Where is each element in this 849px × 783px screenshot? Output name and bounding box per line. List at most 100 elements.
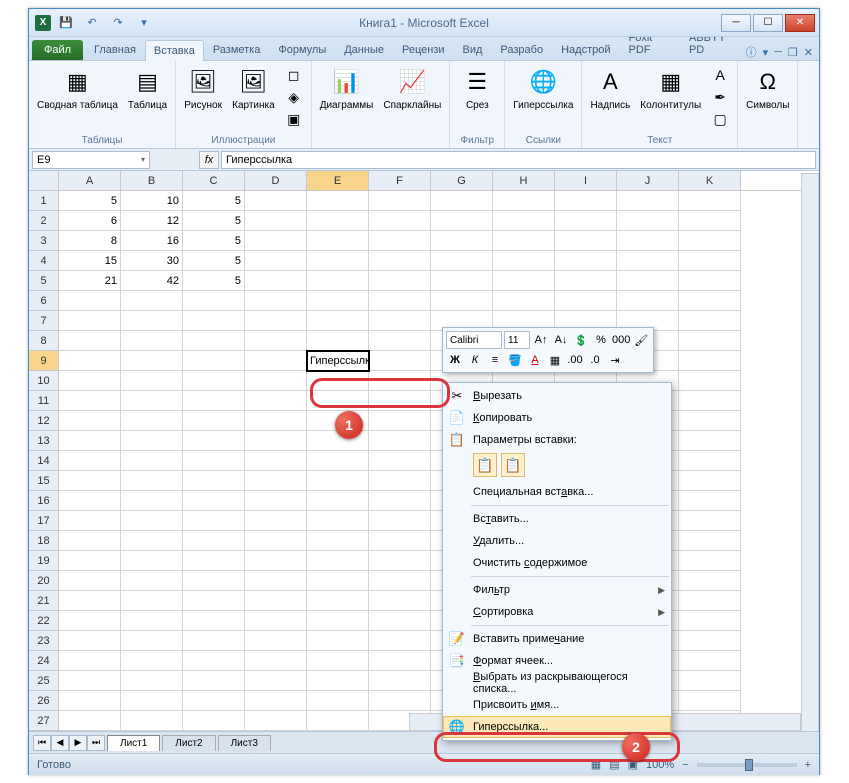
zoom-out-button[interactable]: − bbox=[682, 759, 688, 771]
cell-F10[interactable] bbox=[369, 371, 431, 391]
cm-sort[interactable]: Сортировка▶ bbox=[443, 601, 671, 623]
cell-K2[interactable] bbox=[679, 211, 741, 231]
cell-A9[interactable] bbox=[59, 351, 121, 371]
mini-format-painter-icon[interactable]: 🖌 bbox=[632, 331, 650, 349]
cell-A3[interactable]: 8 bbox=[59, 231, 121, 251]
qat-save-icon[interactable]: 💾 bbox=[55, 13, 77, 33]
cell-E17[interactable] bbox=[307, 511, 369, 531]
row-header-3[interactable]: 3 bbox=[29, 231, 59, 251]
charts-button[interactable]: 📊Диаграммы bbox=[316, 63, 378, 114]
cm-delete[interactable]: Удалить... bbox=[443, 530, 671, 552]
cell-H4[interactable] bbox=[493, 251, 555, 271]
cell-D10[interactable] bbox=[245, 371, 307, 391]
row-header-27[interactable]: 27 bbox=[29, 711, 59, 731]
shapes-button[interactable]: ◻ bbox=[283, 65, 305, 85]
pivot-table-button[interactable]: ▦Сводная таблица bbox=[33, 63, 122, 114]
cell-F5[interactable] bbox=[369, 271, 431, 291]
cell-A20[interactable] bbox=[59, 571, 121, 591]
cell-K21[interactable] bbox=[679, 591, 741, 611]
mini-comma-icon[interactable]: 000 bbox=[612, 331, 630, 349]
cell-D1[interactable] bbox=[245, 191, 307, 211]
cell-K13[interactable] bbox=[679, 431, 741, 451]
cm-comment[interactable]: 📝Вставить примечание bbox=[443, 628, 671, 650]
cell-K10[interactable] bbox=[679, 371, 741, 391]
col-header-K[interactable]: K bbox=[679, 171, 741, 190]
col-header-E[interactable]: E bbox=[307, 171, 369, 190]
cell-D7[interactable] bbox=[245, 311, 307, 331]
cell-E27[interactable] bbox=[307, 711, 369, 731]
sheet-tab-3[interactable]: Лист3 bbox=[218, 735, 271, 751]
paste-option-1[interactable]: 📋 bbox=[473, 453, 497, 477]
select-all-corner[interactable] bbox=[29, 171, 59, 190]
cm-dropdown[interactable]: Выбрать из раскрывающегося списка... bbox=[443, 672, 671, 694]
clipart-button[interactable]: 🖼Картинка bbox=[228, 63, 279, 114]
col-header-D[interactable]: D bbox=[245, 171, 307, 190]
cell-D3[interactable] bbox=[245, 231, 307, 251]
cell-E21[interactable] bbox=[307, 591, 369, 611]
cell-A8[interactable] bbox=[59, 331, 121, 351]
cell-G2[interactable] bbox=[431, 211, 493, 231]
cell-C10[interactable] bbox=[183, 371, 245, 391]
mini-fill-icon[interactable]: 🪣 bbox=[506, 351, 524, 369]
cell-A10[interactable] bbox=[59, 371, 121, 391]
mini-dec-decimal-icon[interactable]: .0 bbox=[586, 351, 604, 369]
tab-developer[interactable]: Разрабо bbox=[491, 39, 552, 60]
mini-italic-icon[interactable]: К bbox=[466, 351, 484, 369]
mini-accounting-icon[interactable]: 💲 bbox=[572, 331, 590, 349]
cell-C22[interactable] bbox=[183, 611, 245, 631]
mini-font-select[interactable] bbox=[446, 331, 502, 349]
cell-K25[interactable] bbox=[679, 671, 741, 691]
row-header-22[interactable]: 22 bbox=[29, 611, 59, 631]
cell-J4[interactable] bbox=[617, 251, 679, 271]
cell-C12[interactable] bbox=[183, 411, 245, 431]
textbox-button[interactable]: AНадпись bbox=[586, 63, 634, 114]
cell-D24[interactable] bbox=[245, 651, 307, 671]
row-header-8[interactable]: 8 bbox=[29, 331, 59, 351]
qat-undo-icon[interactable]: ↶ bbox=[81, 13, 103, 33]
cell-I5[interactable] bbox=[555, 271, 617, 291]
cell-G4[interactable] bbox=[431, 251, 493, 271]
cell-F6[interactable] bbox=[369, 291, 431, 311]
sheet-nav-prev[interactable]: ◀ bbox=[51, 735, 69, 751]
cell-J6[interactable] bbox=[617, 291, 679, 311]
mini-size-select[interactable] bbox=[504, 331, 530, 349]
help-icon[interactable]: ⓘ bbox=[746, 44, 757, 60]
sigline-button[interactable]: ✒ bbox=[709, 87, 731, 107]
mini-shrink-font-icon[interactable]: A↓ bbox=[552, 331, 570, 349]
zoom-level[interactable]: 100% bbox=[646, 759, 674, 771]
cell-D6[interactable] bbox=[245, 291, 307, 311]
cell-C11[interactable] bbox=[183, 391, 245, 411]
cell-F19[interactable] bbox=[369, 551, 431, 571]
slicer-button[interactable]: ☰Срез bbox=[454, 63, 500, 114]
cell-K11[interactable] bbox=[679, 391, 741, 411]
cell-F4[interactable] bbox=[369, 251, 431, 271]
cell-K4[interactable] bbox=[679, 251, 741, 271]
cell-A1[interactable]: 5 bbox=[59, 191, 121, 211]
cell-K23[interactable] bbox=[679, 631, 741, 651]
qat-redo-icon[interactable]: ↷ bbox=[107, 13, 129, 33]
cm-filter[interactable]: Фильтр▶ bbox=[443, 579, 671, 601]
cell-F26[interactable] bbox=[369, 691, 431, 711]
cm-name[interactable]: Присвоить имя... bbox=[443, 694, 671, 716]
cell-H6[interactable] bbox=[493, 291, 555, 311]
cell-C23[interactable] bbox=[183, 631, 245, 651]
cell-B17[interactable] bbox=[121, 511, 183, 531]
cell-F2[interactable] bbox=[369, 211, 431, 231]
cell-E9[interactable]: Гиперссылка bbox=[307, 351, 369, 371]
cell-K16[interactable] bbox=[679, 491, 741, 511]
cell-F1[interactable] bbox=[369, 191, 431, 211]
name-box[interactable]: E9 bbox=[32, 151, 150, 169]
cell-B16[interactable] bbox=[121, 491, 183, 511]
cell-G5[interactable] bbox=[431, 271, 493, 291]
view-layout-icon[interactable]: ▤ bbox=[609, 758, 619, 771]
cell-K8[interactable] bbox=[679, 331, 741, 351]
cell-A15[interactable] bbox=[59, 471, 121, 491]
cell-C9[interactable] bbox=[183, 351, 245, 371]
cell-E18[interactable] bbox=[307, 531, 369, 551]
row-header-25[interactable]: 25 bbox=[29, 671, 59, 691]
cell-A14[interactable] bbox=[59, 451, 121, 471]
cell-B21[interactable] bbox=[121, 591, 183, 611]
cell-B5[interactable]: 42 bbox=[121, 271, 183, 291]
tab-data[interactable]: Данные bbox=[335, 39, 393, 60]
formula-input[interactable]: Гиперссылка bbox=[221, 151, 816, 169]
